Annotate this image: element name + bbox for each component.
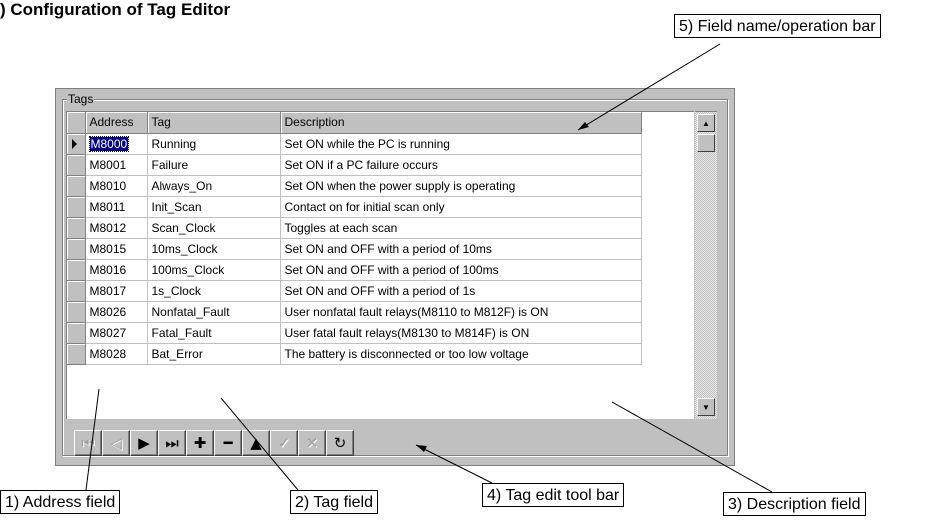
leader-line-field-bar — [577, 43, 721, 131]
callout-field-name-bar: 5) Field name/operation bar — [674, 14, 881, 38]
callout-leader-lines — [85, 43, 773, 493]
leader-line-address — [85, 388, 100, 491]
callout-tag-field: 2) Tag field — [290, 490, 378, 514]
leader-line-toolbar — [415, 444, 493, 484]
callout-description-field: 3) Description field — [723, 492, 866, 516]
leader-line-tag — [220, 397, 299, 491]
callout-address-field: 1) Address field — [0, 490, 121, 514]
leader-arrow-toolbar — [416, 445, 427, 452]
leader-line-description — [611, 401, 773, 493]
callout-toolbar: 4) Tag edit tool bar — [482, 483, 625, 507]
leader-arrow-field-bar — [578, 122, 589, 130]
